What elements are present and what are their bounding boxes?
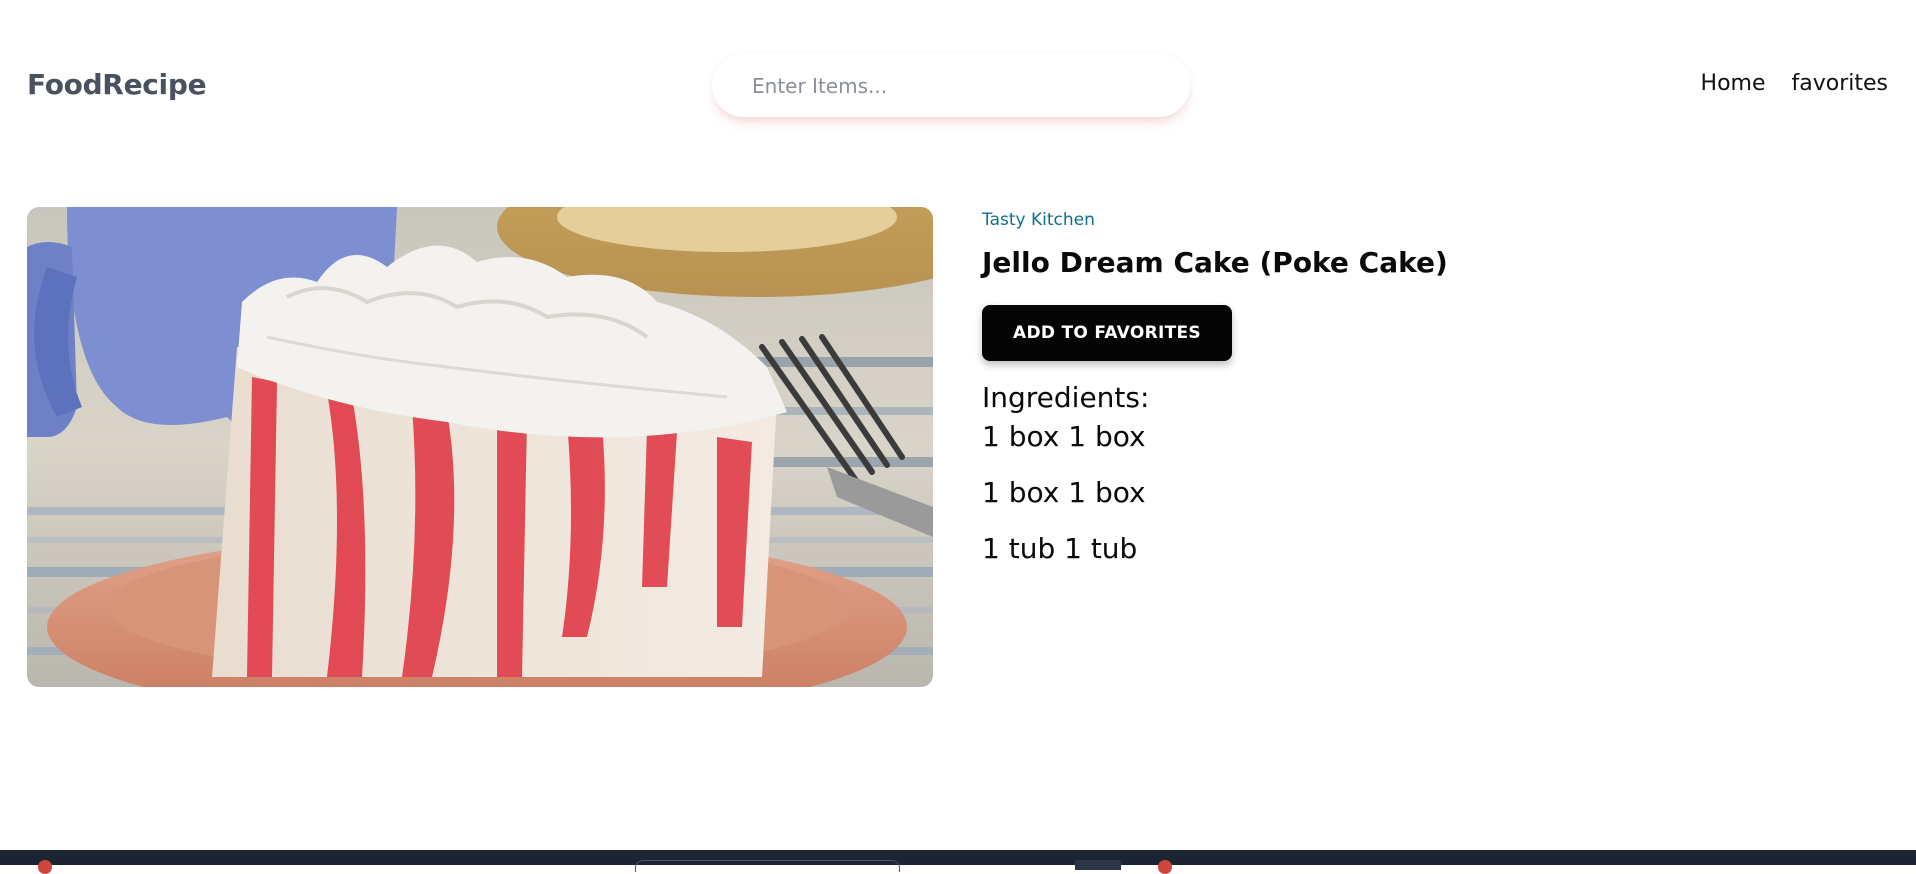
- page: FoodRecipe Home favorites: [0, 0, 1916, 850]
- taskbar-app-icon[interactable]: [1158, 860, 1172, 874]
- ingredient-item: 1 box 1 box: [982, 476, 1146, 509]
- search-input[interactable]: [752, 73, 1152, 98]
- add-to-favorites-button[interactable]: ADD TO FAVORITES: [982, 305, 1232, 361]
- ingredient-item: 1 tub 1 tub: [982, 532, 1138, 565]
- search-box[interactable]: [712, 54, 1190, 117]
- taskbar-app-icon[interactable]: [1075, 860, 1121, 870]
- taskbar-app-icon[interactable]: [38, 860, 52, 874]
- ingredients-heading: Ingredients:: [982, 381, 1150, 414]
- publisher-name: Tasty Kitchen: [982, 210, 1095, 230]
- taskbar-search-icon[interactable]: [635, 860, 900, 872]
- top-nav: Home favorites: [1701, 71, 1888, 96]
- cake-photo-icon: [27, 207, 933, 687]
- recipe-title: Jello Dream Cake (Poke Cake): [982, 246, 1448, 279]
- nav-favorites-link[interactable]: favorites: [1792, 71, 1889, 96]
- nav-home-link[interactable]: Home: [1701, 71, 1766, 96]
- ingredient-item: 1 box 1 box: [982, 420, 1146, 453]
- recipe-details: Tasty Kitchen Jello Dream Cake (Poke Cak…: [982, 210, 1582, 588]
- brand-logo[interactable]: FoodRecipe: [27, 68, 207, 101]
- recipe-image: [27, 207, 933, 687]
- os-taskbar: [0, 850, 1916, 874]
- ingredients-list: 1 box 1 box 1 box 1 box 1 tub 1 tub: [982, 420, 1582, 588]
